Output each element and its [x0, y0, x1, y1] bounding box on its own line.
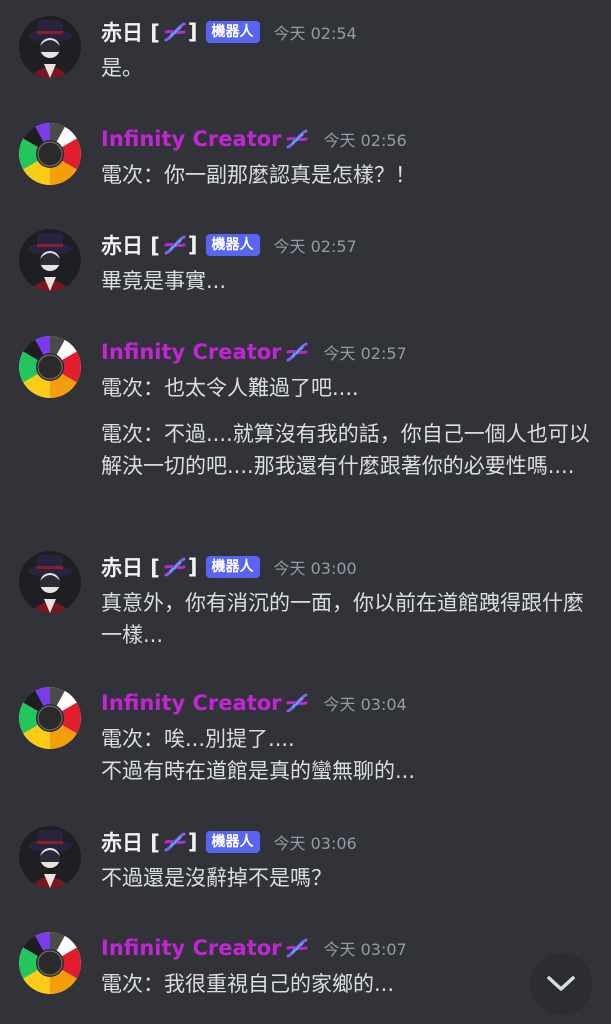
scroll-to-bottom-button[interactable]: [530, 953, 592, 1015]
avatar-infinity-creator[interactable]: [19, 932, 81, 994]
dna-icon: [286, 938, 308, 958]
author-name[interactable]: 赤日 [: [101, 827, 160, 857]
timestamp[interactable]: 今天 03:06: [274, 830, 357, 854]
dna-icon: [164, 22, 186, 42]
avatar-infinity-creator[interactable]: [19, 336, 81, 398]
message-text: 電次：不過....就算沒有我的話，你自己一個人也可以解決一切的吧....那我還有…: [101, 422, 590, 478]
message-header: 赤日 [ ] 機器人 今天 03:00: [101, 551, 357, 583]
message-text: 電次：也太令人難過了吧....: [101, 376, 359, 400]
chevron-down-icon: [547, 976, 575, 991]
message-text: 電次：唉...別提了....: [101, 727, 295, 751]
message-header: Infinity Creator 今天 02:56: [101, 123, 407, 155]
dna-icon: [286, 129, 308, 149]
author-name[interactable]: Infinity Creator: [101, 936, 282, 960]
message-text: 不過還是沒辭掉不是嗎？: [101, 866, 332, 890]
author-name[interactable]: 赤日 [: [101, 17, 160, 47]
author-name-suffix: ]: [187, 20, 198, 44]
message-header: Infinity Creator 今天 03:07: [101, 932, 407, 964]
timestamp[interactable]: 今天 03:07: [324, 936, 407, 960]
dna-icon: [164, 557, 186, 577]
timestamp[interactable]: 今天 02:57: [324, 340, 407, 364]
timestamp[interactable]: 今天 02:56: [324, 127, 407, 151]
message-header: 赤日 [ ] 機器人 今天 03:06: [101, 826, 357, 858]
avatar-infinity-creator[interactable]: [19, 687, 81, 749]
message-text: 畢竟是事實...: [101, 269, 227, 293]
dna-icon: [164, 235, 186, 255]
message-header: 赤日 [ ] 機器人 今天 02:54: [101, 16, 357, 48]
message-text: 電次：我很重視自己的家鄉的...: [101, 972, 395, 996]
message-text: 真意外，你有消沉的一面，你以前在道館跩得跟什麼一樣...: [101, 591, 584, 647]
avatar-akahi[interactable]: [19, 229, 81, 291]
bot-badge: 機器人: [205, 234, 260, 256]
message-text: 電次：你一副那麼認真是怎樣？！: [101, 163, 416, 187]
message-list: 赤日 [ ] 機器人 今天 02:54 是。 Infinity Creator …: [0, 0, 611, 1024]
dna-icon: [164, 832, 186, 852]
timestamp[interactable]: 今天 03:00: [274, 555, 357, 579]
message-header: Infinity Creator 今天 03:04: [101, 687, 407, 719]
avatar-akahi[interactable]: [19, 16, 81, 78]
bot-badge: 機器人: [205, 21, 260, 43]
author-name-suffix: ]: [187, 830, 198, 854]
avatar-akahi[interactable]: [19, 826, 81, 888]
author-name[interactable]: Infinity Creator: [101, 127, 282, 151]
timestamp[interactable]: 今天 02:57: [274, 233, 357, 257]
author-name[interactable]: Infinity Creator: [101, 691, 282, 715]
author-name[interactable]: 赤日 [: [101, 230, 160, 260]
author-name-suffix: ]: [187, 233, 198, 257]
author-name[interactable]: Infinity Creator: [101, 340, 282, 364]
author-name[interactable]: 赤日 [: [101, 552, 160, 582]
avatar-infinity-creator[interactable]: [19, 123, 81, 185]
dna-icon: [286, 342, 308, 362]
timestamp[interactable]: 今天 03:04: [324, 691, 407, 715]
author-name-suffix: ]: [187, 555, 198, 579]
message-header: 赤日 [ ] 機器人 今天 02:57: [101, 229, 357, 261]
bot-badge: 機器人: [205, 556, 260, 578]
message-text: 不過有時在道館是真的蠻無聊的...: [101, 759, 416, 783]
dna-icon: [286, 693, 308, 713]
message-header: Infinity Creator 今天 02:57: [101, 336, 407, 368]
bot-badge: 機器人: [205, 831, 260, 853]
timestamp[interactable]: 今天 02:54: [274, 20, 357, 44]
message-text: 是。: [101, 56, 143, 80]
avatar-akahi[interactable]: [19, 551, 81, 613]
